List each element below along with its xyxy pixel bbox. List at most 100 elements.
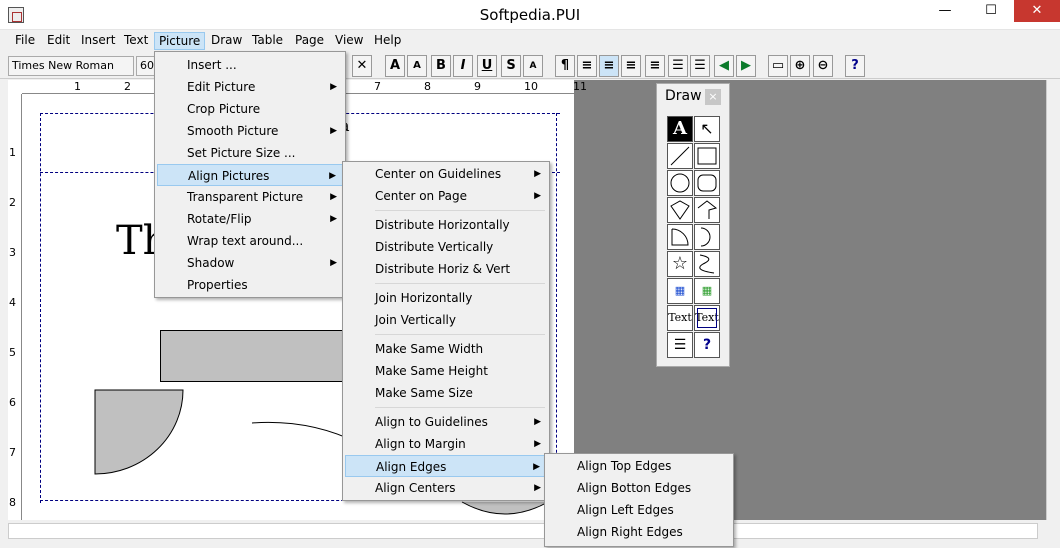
bold-icon[interactable]: B bbox=[431, 55, 451, 77]
menu-separator bbox=[375, 334, 545, 335]
pointer-tool-icon[interactable]: ↖ bbox=[694, 116, 720, 142]
font-size-box[interactable]: 60 bbox=[136, 56, 156, 76]
menu-item-align-pictures[interactable]: Align Pictures ▶ bbox=[157, 164, 343, 186]
menu-item-smooth-picture[interactable]: Smooth Picture ▶ bbox=[157, 120, 343, 142]
submenu-arrow-icon: ▶ bbox=[329, 171, 336, 181]
menu-item-shadow[interactable]: Shadow ▶ bbox=[157, 252, 343, 274]
menu-item-make-same-height[interactable]: Make Same Height bbox=[345, 360, 547, 382]
font-name-box[interactable]: Times New Roman bbox=[8, 56, 134, 76]
polyline-tool-icon[interactable] bbox=[694, 197, 720, 223]
indent-left-icon[interactable]: ◀ bbox=[714, 55, 734, 77]
draw-palette: Draw × A ↖ ☆ ▦ ▦ Text Text ☰ ? bbox=[656, 83, 730, 367]
shrink-font-icon[interactable]: A bbox=[407, 55, 427, 77]
color-text-icon[interactable]: A bbox=[523, 55, 543, 77]
menu-item-wrap-text[interactable]: Wrap text around... bbox=[157, 230, 343, 252]
fill-color-icon[interactable]: ▦ bbox=[667, 278, 693, 304]
rectangle-tool-icon[interactable] bbox=[694, 143, 720, 169]
menu-text[interactable]: Text bbox=[120, 32, 152, 50]
menu-item-align-left-edges[interactable]: Align Left Edges bbox=[547, 499, 731, 521]
menu-item-label: Insert ... bbox=[187, 58, 237, 72]
menu-item-align-to-margin[interactable]: Align to Margin ▶ bbox=[345, 433, 547, 455]
line-style-icon[interactable]: ☰ bbox=[667, 332, 693, 358]
menu-item-label: Rotate/Flip bbox=[187, 212, 252, 226]
grow-font-icon[interactable]: A bbox=[385, 55, 405, 77]
submenu-arrow-icon: ▶ bbox=[534, 417, 541, 427]
ellipse-shape[interactable] bbox=[460, 500, 550, 520]
menu-edit[interactable]: Edit bbox=[43, 32, 74, 50]
underline-icon[interactable]: U bbox=[477, 55, 497, 77]
align-left-icon[interactable]: ≡ bbox=[577, 55, 597, 77]
minimize-button[interactable]: — bbox=[922, 0, 968, 22]
indent-right-icon[interactable]: ▶ bbox=[736, 55, 756, 77]
justify-icon[interactable]: ≡ bbox=[645, 55, 665, 77]
menu-item-align-top-edges[interactable]: Align Top Edges bbox=[547, 455, 731, 477]
menu-item-join-vertically[interactable]: Join Vertically bbox=[345, 309, 547, 331]
rounded-rect-tool-icon[interactable] bbox=[694, 170, 720, 196]
menu-item-transparent-picture[interactable]: Transparent Picture ▶ bbox=[157, 186, 343, 208]
rectangle-shape[interactable] bbox=[160, 330, 350, 382]
menu-table[interactable]: Table bbox=[248, 32, 287, 50]
menu-item-align-right-edges[interactable]: Align Right Edges bbox=[547, 521, 731, 543]
help-icon[interactable]: ? bbox=[845, 55, 865, 77]
polygon-tool-icon[interactable] bbox=[667, 197, 693, 223]
menu-item-crop-picture[interactable]: Crop Picture bbox=[157, 98, 343, 120]
menu-item-properties[interactable]: Properties bbox=[157, 274, 343, 296]
menu-item-align-edges[interactable]: Align Edges ▶ bbox=[345, 455, 547, 477]
vertical-scrollbar[interactable] bbox=[1046, 80, 1060, 520]
menu-picture[interactable]: Picture bbox=[154, 32, 206, 50]
horizontal-scrollbar[interactable] bbox=[8, 523, 1038, 539]
ellipse-tool-icon[interactable] bbox=[667, 170, 693, 196]
menu-item-insert-picture[interactable]: Insert ... bbox=[157, 54, 343, 76]
menu-item-distribute-horizontally[interactable]: Distribute Horizontally bbox=[345, 214, 547, 236]
menu-item-align-to-guidelines[interactable]: Align to Guidelines ▶ bbox=[345, 411, 547, 433]
close-button[interactable]: ✕ bbox=[1014, 0, 1060, 22]
line-color-icon[interactable]: ▦ bbox=[694, 278, 720, 304]
menu-item-set-picture-size[interactable]: Set Picture Size ... bbox=[157, 142, 343, 164]
zoom-in-icon[interactable]: ⊕ bbox=[790, 55, 810, 77]
arc-tool-icon[interactable] bbox=[694, 224, 720, 250]
quarter-circle-shape[interactable] bbox=[90, 388, 190, 478]
curve-tool-icon[interactable] bbox=[694, 251, 720, 277]
bullets-icon[interactable]: ☰ bbox=[668, 55, 688, 77]
menu-item-distribute-vertically[interactable]: Distribute Vertically bbox=[345, 236, 547, 258]
draw-help-icon[interactable]: ? bbox=[694, 332, 720, 358]
strike-icon[interactable]: S bbox=[501, 55, 521, 77]
menu-item-rotate-flip[interactable]: Rotate/Flip ▶ bbox=[157, 208, 343, 230]
menu-item-join-horizontally[interactable]: Join Horizontally bbox=[345, 287, 547, 309]
ruler-tick: 9 bbox=[474, 80, 481, 93]
menu-help[interactable]: Help bbox=[370, 32, 405, 50]
pie-tool-icon[interactable] bbox=[667, 224, 693, 250]
text-box-tool-button[interactable]: Text bbox=[694, 305, 720, 331]
italic-icon[interactable]: I bbox=[453, 55, 473, 77]
align-pictures-submenu: Center on Guidelines ▶ Center on Page ▶ Di… bbox=[342, 161, 550, 501]
text-tool-icon[interactable]: A bbox=[667, 116, 693, 142]
menu-item-center-on-page[interactable]: Center on Page ▶ bbox=[345, 185, 547, 207]
ruler-tick: 6 bbox=[9, 396, 16, 409]
page-icon[interactable]: ▭ bbox=[768, 55, 788, 77]
menu-page[interactable]: Page bbox=[291, 32, 328, 50]
line-tool-icon[interactable] bbox=[667, 143, 693, 169]
menu-item-edit-picture[interactable]: Edit Picture ▶ bbox=[157, 76, 343, 98]
paragraph-icon[interactable]: ¶ bbox=[555, 55, 575, 77]
cut-icon[interactable]: ✕ bbox=[352, 55, 372, 77]
align-center-icon[interactable]: ≡ bbox=[599, 55, 619, 77]
menu-insert[interactable]: Insert bbox=[77, 32, 119, 50]
menu-item-align-centers[interactable]: Align Centers ▶ bbox=[345, 477, 547, 499]
menu-view[interactable]: View bbox=[331, 32, 367, 50]
menu-item-label: Distribute Horiz & Vert bbox=[375, 262, 511, 276]
menu-item-make-same-width[interactable]: Make Same Width bbox=[345, 338, 547, 360]
menu-item-distribute-horiz-vert[interactable]: Distribute Horiz & Vert bbox=[345, 258, 547, 280]
star-tool-icon[interactable]: ☆ bbox=[667, 251, 693, 277]
menu-draw[interactable]: Draw bbox=[207, 32, 246, 50]
menu-file[interactable]: File bbox=[11, 32, 39, 50]
text-tool-button[interactable]: Text bbox=[667, 305, 693, 331]
menu-item-align-bottom-edges[interactable]: Align Botton Edges bbox=[547, 477, 731, 499]
align-right-icon[interactable]: ≡ bbox=[621, 55, 641, 77]
menu-item-make-same-size[interactable]: Make Same Size bbox=[345, 382, 547, 404]
maximize-button[interactable]: ☐ bbox=[968, 0, 1014, 22]
ruler-tick: 5 bbox=[9, 346, 16, 359]
numbering-icon[interactable]: ☰ bbox=[690, 55, 710, 77]
menu-item-center-on-guidelines[interactable]: Center on Guidelines ▶ bbox=[345, 163, 547, 185]
draw-palette-close-button[interactable]: × bbox=[705, 89, 721, 105]
zoom-out-icon[interactable]: ⊖ bbox=[813, 55, 833, 77]
